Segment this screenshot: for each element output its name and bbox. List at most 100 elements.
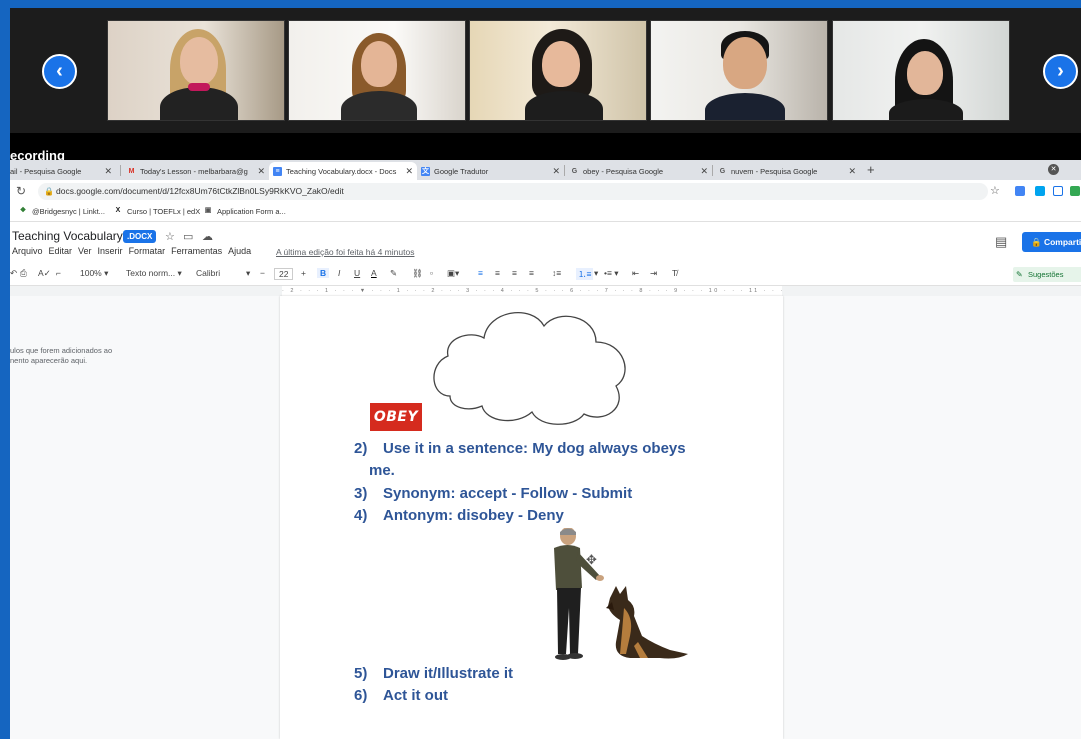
google-g-icon: G <box>719 167 726 175</box>
menu-ferramentas[interactable]: Ferramentas <box>171 246 222 256</box>
participant-video-tile[interactable] <box>832 20 1010 121</box>
close-icon[interactable]: ✕ <box>104 166 112 177</box>
print-icon[interactable]: ⎙ <box>20 268 27 279</box>
close-icon[interactable]: ✕ <box>848 166 856 177</box>
menu-ajuda[interactable]: Ajuda <box>228 246 251 256</box>
menu-formatar[interactable]: Formatar <box>129 246 166 256</box>
tab-title: Google Tradutor <box>434 166 489 176</box>
bookmark-star-icon[interactable]: ☆ <box>990 184 1000 197</box>
align-center-icon[interactable]: ≡ <box>495 268 500 278</box>
tab-title: ail - Pesquisa Google <box>10 166 82 176</box>
tab-separator <box>712 165 713 176</box>
tab-gmail-todays-lesson[interactable]: M Today's Lesson - melbarbara@g ✕ <box>123 162 269 180</box>
tab-separator <box>564 165 565 176</box>
clear-formatting-icon[interactable]: T̸ <box>672 268 677 278</box>
decrease-indent-icon[interactable]: ⇤ <box>632 268 639 279</box>
comments-icon[interactable]: ▤ <box>995 234 1007 250</box>
extension-icon[interactable] <box>1053 186 1063 196</box>
window-frame-left <box>0 0 10 739</box>
bold-button[interactable]: B <box>317 268 330 278</box>
bookmark-icon: ▣ <box>204 207 212 214</box>
close-icon[interactable]: ✕ <box>700 166 708 177</box>
spellcheck-icon[interactable]: A✓ <box>38 268 51 279</box>
previous-participants-button[interactable]: ‹ <box>42 54 77 89</box>
last-edit-link[interactable]: A última edição foi feita há 4 minutos <box>276 247 414 257</box>
bookmark-bridgesnyc[interactable]: ❖ @Bridgesnyc | Linkt... <box>18 206 105 216</box>
style-select[interactable]: Texto norm... ▾ <box>126 268 182 279</box>
participant-video-tile[interactable] <box>469 20 647 121</box>
suggestions-mode-button[interactable]: ✎ Sugestões <box>1013 267 1081 282</box>
list-item-continuation[interactable]: me. <box>369 462 395 479</box>
image-icon[interactable]: ▣▾ <box>447 268 459 279</box>
paint-format-icon[interactable]: ⌐ <box>56 268 61 278</box>
numbered-list-icon[interactable]: ⒈≡ <box>576 268 594 280</box>
font-size-field[interactable]: 22 <box>274 268 294 280</box>
decrease-font-size-button[interactable]: − <box>260 268 265 278</box>
underline-button[interactable]: U <box>354 268 360 278</box>
menu-arquivo[interactable]: Arquivo <box>12 246 43 256</box>
document-page[interactable]: OBEY 2) Use it in a sentence: My dog alwa… <box>280 296 783 739</box>
link-icon[interactable]: ⛓ <box>412 268 423 279</box>
menu-inserir[interactable]: Inserir <box>98 246 123 256</box>
browser-close-icon[interactable]: ✕ <box>1048 164 1059 175</box>
list-item[interactable]: 3) Synonym: accept - Follow - Submit <box>354 485 632 502</box>
menu-editar[interactable]: Editar <box>49 246 73 256</box>
address-bar-row: ↻ 🔒 docs.google.com/document/d/12fcx8Um7… <box>10 180 1081 202</box>
list-item[interactable]: 6) Act it out <box>354 687 448 704</box>
cloud-status-icon[interactable]: ☁ <box>202 230 213 243</box>
tab-google-tradutor[interactable]: 文 Google Tradutor ✕ <box>417 162 564 180</box>
justify-icon[interactable]: ≡ <box>529 268 534 278</box>
highlight-icon[interactable]: ✎ <box>390 268 397 279</box>
document-title[interactable]: Teaching Vocabulary <box>12 229 123 243</box>
move-folder-icon[interactable]: ▭ <box>183 230 193 243</box>
text-color-button[interactable]: A <box>371 268 377 278</box>
chevron-down-icon[interactable]: ▾ <box>246 268 250 279</box>
bookmark-edx-toefl[interactable]: X Curso | TOEFLx | edX <box>113 206 201 216</box>
bookmark-application-form[interactable]: ▣ Application Form a... <box>203 206 286 216</box>
google-g-icon: G <box>571 167 578 175</box>
italic-button[interactable]: I <box>338 268 340 278</box>
line-spacing-icon[interactable]: ↕≡ <box>552 268 561 278</box>
share-button[interactable]: 🔒 Comparti <box>1022 232 1081 252</box>
outline-hint-line: nento aparecerão aqui. <box>10 356 88 365</box>
tab-google-search-nuvem[interactable]: G nuvem - Pesquisa Google ✕ <box>714 162 860 180</box>
menu-ver[interactable]: Ver <box>78 246 92 256</box>
new-tab-button[interactable]: + <box>867 162 875 177</box>
man-and-dog-image[interactable]: ✥ <box>530 528 700 664</box>
close-icon[interactable]: ✕ <box>257 166 265 177</box>
next-participants-button[interactable]: › <box>1043 54 1078 89</box>
list-item[interactable]: 4) Antonym: disobey - Deny <box>354 507 564 524</box>
cloud-drawing[interactable] <box>428 304 634 428</box>
list-item[interactable]: 2) Use it in a sentence: My dog always ob… <box>354 440 686 457</box>
obey-logo[interactable]: OBEY <box>370 403 422 431</box>
list-text: Use it in a sentence: My dog always obey… <box>383 440 686 457</box>
bulleted-list-icon[interactable]: •≡ ▾ <box>604 268 619 279</box>
participant-video-tile[interactable] <box>650 20 828 121</box>
star-icon[interactable]: ☆ <box>165 230 175 243</box>
participant-video-tile[interactable] <box>288 20 466 121</box>
chevron-down-icon[interactable]: ▾ <box>594 268 598 279</box>
tab-google-search-ail[interactable]: ail - Pesquisa Google ✕ <box>10 162 116 180</box>
undo-icon[interactable]: ↶ <box>10 268 17 279</box>
tab-google-search-obey[interactable]: G obey - Pesquisa Google ✕ <box>566 162 712 180</box>
close-icon[interactable]: ✕ <box>405 166 413 177</box>
tab-teaching-vocabulary-docs[interactable]: ≡ Teaching Vocabulary.docx - Docs ✕ <box>269 162 417 180</box>
align-left-icon[interactable]: ≡ <box>478 268 483 278</box>
extension-icon[interactable] <box>1070 186 1080 196</box>
svg-text:✥: ✥ <box>586 553 597 568</box>
list-item[interactable]: 5) Draw it/Illustrate it <box>354 665 513 682</box>
url-bar[interactable]: 🔒 docs.google.com/document/d/12fcx8Um76t… <box>38 183 988 200</box>
reload-icon[interactable]: ↻ <box>16 184 26 198</box>
extension-icon[interactable] <box>1015 186 1025 196</box>
participant-video-tile[interactable] <box>107 20 285 121</box>
windows-extension-icon[interactable] <box>1035 186 1045 196</box>
zoom-select[interactable]: 100% ▾ <box>80 268 108 279</box>
increase-indent-icon[interactable]: ⇥ <box>650 268 657 279</box>
increase-font-size-button[interactable]: + <box>301 268 306 278</box>
tab-title: nuvem - Pesquisa Google <box>731 166 818 176</box>
comment-icon[interactable]: ▫ <box>430 268 433 278</box>
close-icon[interactable]: ✕ <box>552 166 560 177</box>
align-right-icon[interactable]: ≡ <box>512 268 517 278</box>
font-select[interactable]: Calibri <box>196 268 220 278</box>
ruler-scale[interactable]: · 2 · · · 1 · · · ▼ · · · 1 · · · 2 · · … <box>282 286 782 296</box>
